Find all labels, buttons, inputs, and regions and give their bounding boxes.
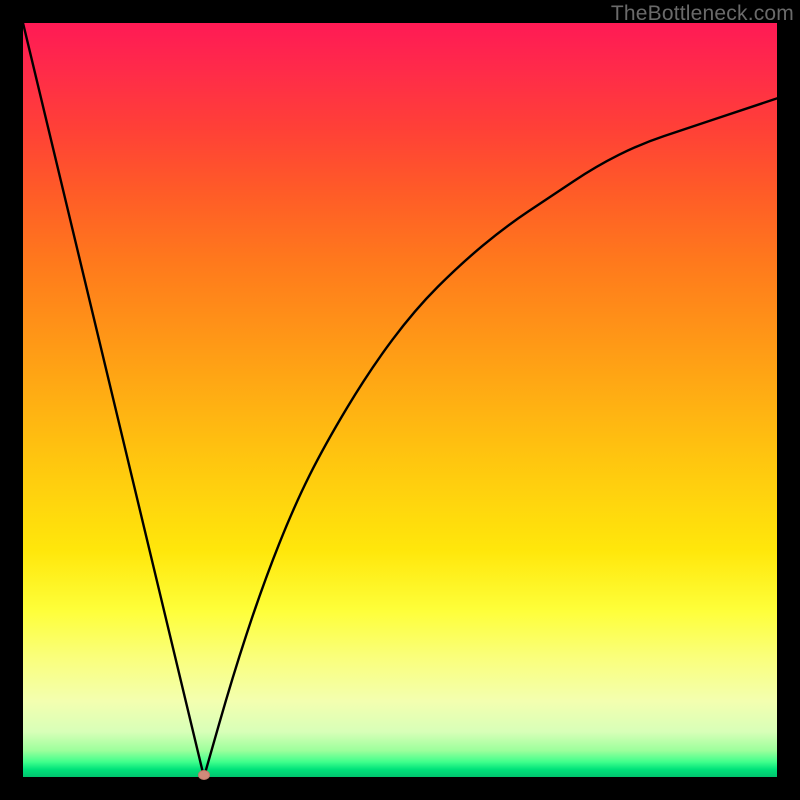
chart-area <box>23 23 777 777</box>
chart-background-gradient <box>23 23 777 777</box>
minimum-marker <box>198 770 210 780</box>
